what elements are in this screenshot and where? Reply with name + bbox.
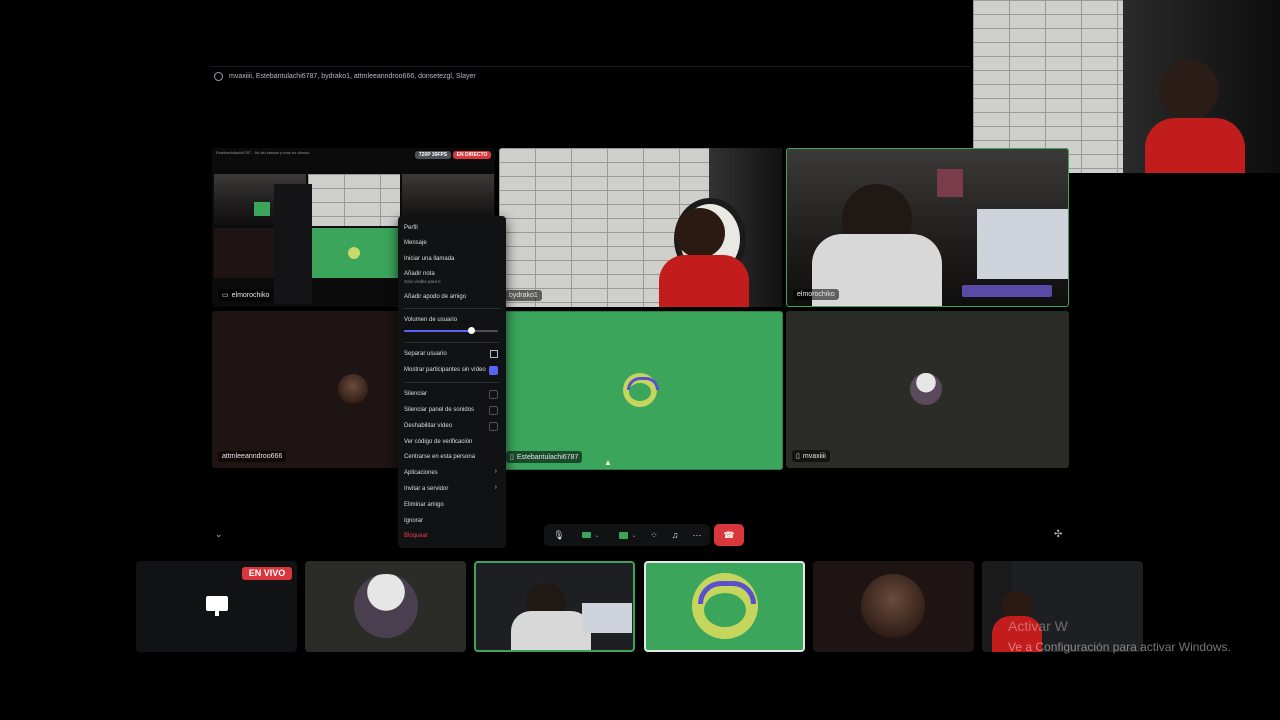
user-context-menu: Perfil Mensaje Iniciar una llamada Añadi… — [398, 216, 506, 548]
mute-soundboard-checkbox[interactable] — [489, 406, 498, 415]
volume-label: Volumen de usuario — [404, 317, 458, 323]
show-no-video-checkbox[interactable] — [489, 366, 498, 375]
live-badge: EN VIVO — [242, 567, 292, 580]
soundboard-icon[interactable]: ♫ — [666, 525, 684, 545]
monitor-icon — [206, 596, 228, 611]
menu-ignore[interactable]: Ignorar — [404, 518, 423, 524]
participants-header: mvaxiiii, Estebantulachi6787, bydrako1, … — [214, 72, 476, 81]
avatar — [910, 373, 942, 405]
quality-badge: 720P 30FPS — [415, 151, 451, 159]
microphone-button[interactable]: 🎙︎ — [548, 525, 570, 545]
tile-bydrako[interactable]: bydrako1 — [499, 148, 782, 307]
tile-label: attmleeanndroo666 — [218, 451, 287, 462]
volume-slider[interactable] — [404, 327, 498, 334]
avatar — [354, 574, 418, 638]
voice-channel-icon — [214, 72, 223, 81]
live-badge: EN DIRECTO — [453, 151, 491, 159]
volume-slider-handle[interactable] — [468, 327, 476, 334]
menu-show-no-video[interactable]: Mostrar participantes sin vídeo — [404, 367, 486, 373]
strip-bydrako[interactable] — [982, 561, 1143, 652]
fullscreen-icon[interactable]: ✣ — [1054, 529, 1062, 540]
tile-mvaxiiii[interactable]: ▯ mvaxiiii — [786, 311, 1069, 468]
disable-video-checkbox[interactable] — [489, 422, 498, 431]
menu-verification-code[interactable]: Ver código de verificación — [404, 439, 472, 445]
avatar — [861, 574, 925, 638]
stream-title: Estebantulachi6787 - 6h del stream y mas… — [216, 150, 310, 155]
phone-icon: ▯ — [796, 453, 800, 460]
menu-pop-out[interactable]: Separar usuario — [404, 351, 447, 357]
tile-esteban[interactable]: ▯ Estebantulachi6787 ▲ — [499, 311, 783, 470]
menu-focus-person[interactable]: Centrarse en esta persona — [404, 454, 475, 460]
pop-out-icon — [490, 350, 498, 358]
screen-share-button[interactable]: ⌄ — [614, 525, 642, 545]
menu-apps[interactable]: Aplicaciones — [404, 470, 438, 476]
tile-label: elmorochiko — [793, 289, 839, 300]
menu-message[interactable]: Mensaje — [404, 240, 427, 246]
menu-remove-friend[interactable]: Eliminar amigo — [404, 502, 444, 508]
participants-list: mvaxiiii, Estebantulachi6787, bydrako1, … — [229, 73, 476, 80]
avatar — [623, 373, 659, 407]
menu-add-note[interactable]: Añadir nota — [404, 271, 435, 277]
phone-icon: ▯ — [510, 454, 514, 461]
strip-mvaxiiii[interactable] — [305, 561, 466, 652]
more-options-icon[interactable]: ⋯ — [688, 525, 706, 545]
menu-mute-soundboard[interactable]: Silenciar panel de sonidos — [404, 407, 474, 413]
screen-icon: ▭ — [222, 292, 229, 299]
activation-watermark-text: Ve a Configuración para activar Windows. — [1008, 640, 1231, 654]
header-divider — [210, 66, 970, 67]
menu-invite-server[interactable]: Invitar a servidor — [404, 486, 448, 492]
cursor-icon: ▲ — [604, 458, 612, 467]
mute-checkbox[interactable] — [489, 390, 498, 399]
menu-add-nickname[interactable]: Añadir apodo de amigo — [404, 294, 466, 300]
tile-label: ▭ elmorochiko — [218, 289, 274, 301]
strip-esteban[interactable] — [644, 561, 805, 652]
activation-watermark-title: Activar W — [1008, 618, 1068, 634]
disconnect-button[interactable]: ☎︎ — [714, 524, 744, 546]
avatar — [692, 573, 758, 639]
menu-block[interactable]: Bloquear — [404, 533, 428, 539]
menu-mute[interactable]: Silenciar — [404, 391, 427, 397]
strip-stream[interactable]: EN VIVO — [136, 561, 297, 652]
add-note-hint: Solo visible para ti — [404, 279, 441, 284]
collapse-chevron-icon[interactable]: ⌄ — [215, 529, 223, 540]
strip-attm[interactable] — [813, 561, 974, 652]
strip-elmorochiko[interactable] — [474, 561, 635, 652]
menu-disable-video[interactable]: Deshabilitar vídeo — [404, 423, 452, 429]
tile-elmorochiko[interactable]: elmorochiko — [786, 148, 1069, 307]
menu-start-call[interactable]: Iniciar una llamada — [404, 256, 454, 262]
tile-label: ▯ mvaxiiii — [792, 450, 830, 462]
tile-label: bydrako1 — [505, 290, 542, 301]
chevron-right-icon: › — [494, 468, 497, 475]
avatar — [338, 374, 368, 404]
activities-icon[interactable]: ⁘ — [646, 525, 662, 545]
tile-label: ▯ Estebantulachi6787 — [506, 451, 583, 463]
camera-button[interactable]: ⌄ — [578, 525, 604, 545]
menu-profile[interactable]: Perfil — [404, 225, 418, 231]
chevron-right-icon: › — [494, 484, 497, 491]
